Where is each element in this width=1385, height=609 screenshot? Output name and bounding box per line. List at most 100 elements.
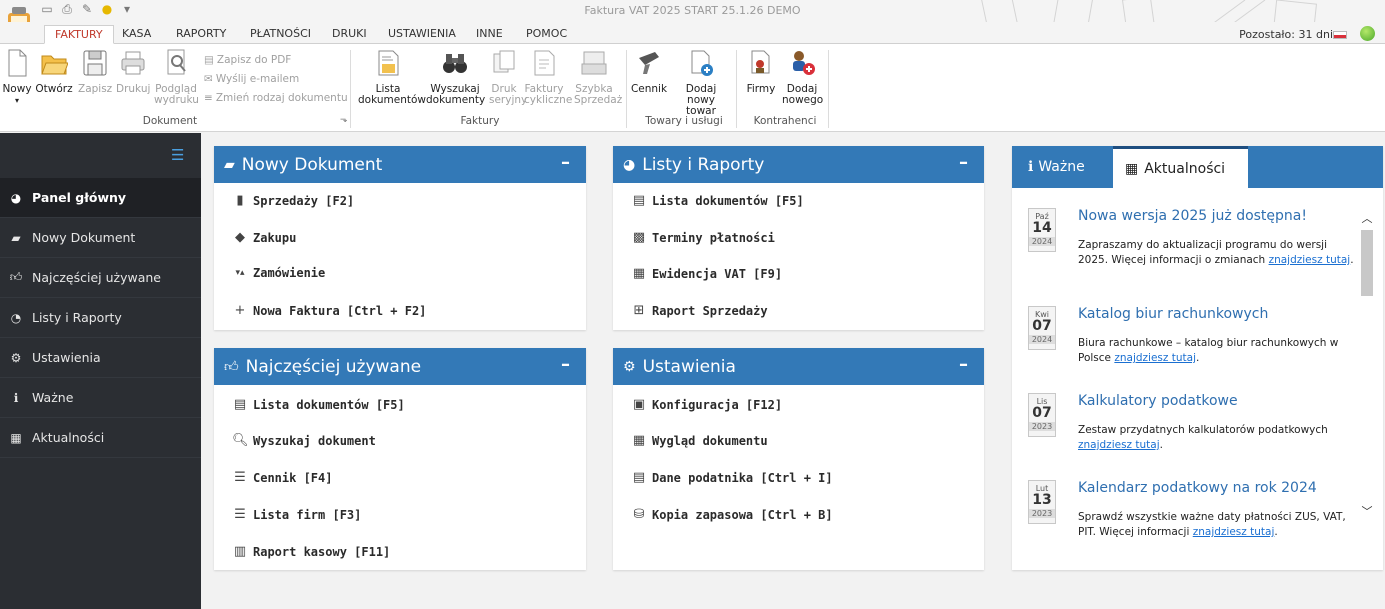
tab-pomoc[interactable]: POMOC xyxy=(516,25,577,44)
collapse-icon[interactable]: – xyxy=(561,152,570,173)
link-label: Sprzedaży [F2] xyxy=(253,193,355,208)
serial-print-button[interactable]: Druk seryjny xyxy=(488,48,527,106)
sidebar-item-listy-raporty[interactable]: ◔ Listy i Raporty xyxy=(0,298,201,338)
save-label: Zapisz xyxy=(78,83,113,95)
link-konfiguracja[interactable]: ▣ Konfiguracja [F12] xyxy=(631,397,782,412)
backup-icon: ⛁ xyxy=(633,507,645,522)
panel-header: ◕ Listy i Raporty – xyxy=(613,146,984,183)
link-raport-kasowy[interactable]: ▥ Raport kasowy [F11] xyxy=(232,544,390,559)
news-link[interactable]: znajdziesz tutaj xyxy=(1078,439,1160,451)
price-list-button[interactable]: Cennik xyxy=(630,48,668,95)
document-list-label: Lista dokumentów xyxy=(358,83,426,106)
save-pdf-action[interactable]: ▤ Zapisz do PDF xyxy=(204,54,291,66)
tab-wazne[interactable]: ℹ Ważne xyxy=(1016,146,1097,188)
scroll-up-icon[interactable]: ︿ xyxy=(1361,210,1373,226)
tab-kasa[interactable]: KASA xyxy=(112,25,161,44)
sidebar-item-ustawienia[interactable]: ⚙ Ustawienia xyxy=(0,338,201,378)
recurring-invoices-button[interactable]: Faktury cykliczne xyxy=(524,48,572,106)
news-link[interactable]: znajdziesz tutaj xyxy=(1269,254,1351,266)
info-icon: ℹ xyxy=(1028,159,1034,175)
sidebar-item-aktualnosci[interactable]: ▦ Aktualności xyxy=(0,418,201,458)
sidebar-item-wazne[interactable]: ℹ Ważne xyxy=(0,378,201,418)
link-wyglad-dokumentu[interactable]: ▦ Wygląd dokumentu xyxy=(631,433,768,448)
send-email-action[interactable]: ✉ Wyślij e-mailem xyxy=(204,73,299,85)
collapse-icon[interactable]: – xyxy=(959,354,968,375)
new-button[interactable]: Nowy ▾ xyxy=(2,48,32,106)
link-nowa-faktura[interactable]: + Nowa Faktura [Ctrl + F2] xyxy=(232,303,427,318)
link-kopia-zapasowa[interactable]: ⛁ Kopia zapasowa [Ctrl + B] xyxy=(631,507,833,522)
add-contractor-button[interactable]: Dodaj nowego xyxy=(780,48,824,106)
sidebar-item-panel-glowny[interactable]: ◕ Panel główny xyxy=(0,178,201,218)
collapse-icon[interactable]: – xyxy=(561,354,570,375)
link-cennik[interactable]: ☰ Cennik [F4] xyxy=(232,470,332,485)
quick-sale-button[interactable]: Szybka Sprzedaż xyxy=(566,48,622,106)
tab-platnosci[interactable]: PŁATNOŚCI xyxy=(240,25,321,44)
panel-najczesciej-uzywane: 👍︎ Najczęściej używane – ▤ Lista dokument… xyxy=(214,348,586,570)
group-expand-icon[interactable]: ⬎ xyxy=(340,115,348,125)
barcode-scanner-icon xyxy=(639,52,659,74)
save-pdf-label: Zapisz do PDF xyxy=(216,54,292,66)
status-ok-icon[interactable] xyxy=(1360,26,1375,41)
companies-button[interactable]: Firmy xyxy=(744,48,778,95)
newspaper-icon: ▦ xyxy=(1125,160,1139,177)
date-day: 07 xyxy=(1032,318,1052,334)
serial-print-icon xyxy=(493,50,515,73)
email-icon: ✉ xyxy=(204,73,213,85)
report-icon: ▥ xyxy=(233,544,247,559)
link-zamowienie[interactable]: ▾▴ Zamówienie xyxy=(232,266,325,280)
link-zakupu[interactable]: ◆ Zakupu xyxy=(232,230,296,245)
config-icon: ▣ xyxy=(632,397,646,412)
link-raport-sprzedazy[interactable]: ⊞ Raport Sprzedaży xyxy=(631,303,768,318)
link-lista-dokumentow[interactable]: ▤ Lista dokumentów [F5] xyxy=(631,193,804,208)
hamburger-menu-icon[interactable]: ☰ xyxy=(171,146,184,164)
news-link[interactable]: znajdziesz tutaj xyxy=(1193,526,1275,538)
menu-tabs: FAKTURY KASA RAPORTY PŁATNOŚCI DRUKI UST… xyxy=(0,22,1385,44)
link-label: Lista dokumentów [F5] xyxy=(652,193,804,208)
document-list-button[interactable]: Lista dokumentów xyxy=(356,48,426,106)
collapse-icon[interactable]: – xyxy=(959,152,968,173)
pie-chart-icon: ◕ xyxy=(623,156,636,173)
news-title[interactable]: Kalkulatory podatkowe xyxy=(1078,393,1238,409)
scroll-down-icon[interactable]: ﹀ xyxy=(1361,503,1373,519)
news-title[interactable]: Katalog biur rachunkowych xyxy=(1078,306,1268,322)
print-preview-button[interactable]: Podgląd wydruku xyxy=(152,48,200,106)
news-title[interactable]: Nowa wersja 2025 już dostępna! xyxy=(1078,208,1307,224)
tab-aktualnosci[interactable]: ▦ Aktualności xyxy=(1113,146,1248,188)
tab-ustawienia[interactable]: USTAWIENIA xyxy=(378,25,466,44)
print-button[interactable]: Drukuj xyxy=(116,48,150,95)
search-icon: 🔍︎ xyxy=(232,433,249,448)
tab-faktury[interactable]: FAKTURY xyxy=(44,25,114,44)
floppy-disk-icon xyxy=(83,50,107,76)
tab-label: Ważne xyxy=(1038,159,1085,175)
save-button[interactable]: Zapisz xyxy=(78,48,112,95)
change-doc-type-action[interactable]: ≡ Zmień rodzaj dokumentu xyxy=(204,92,348,104)
sidebar-item-najczesciej-uzywane[interactable]: 👍︎ Najczęściej używane xyxy=(0,258,201,298)
tab-inne[interactable]: INNE xyxy=(466,25,513,44)
newspaper-icon: ▦ xyxy=(10,430,22,445)
language-flag-icon[interactable] xyxy=(1333,31,1347,39)
scrollbar-thumb[interactable] xyxy=(1361,230,1373,296)
link-lista-dokumentow[interactable]: ▤ Lista dokumentów [F5] xyxy=(232,397,405,412)
add-product-button[interactable]: Dodaj nowy towar xyxy=(670,48,732,117)
link-dane-podatnika[interactable]: ▤ Dane podatnika [Ctrl + I] xyxy=(631,470,833,485)
sidebar-item-label: Najczęściej używane xyxy=(32,270,161,285)
sidebar-item-nowy-dokument[interactable]: ▰ Nowy Dokument xyxy=(0,218,201,258)
news-link[interactable]: znajdziesz tutaj xyxy=(1114,352,1196,364)
open-label: Otwórz xyxy=(35,83,73,95)
panel-title: Najczęściej używane xyxy=(245,356,422,377)
link-ewidencja-vat[interactable]: ▦ Ewidencja VAT [F9] xyxy=(631,266,782,281)
document-list-icon xyxy=(378,50,399,76)
tab-druki[interactable]: DRUKI xyxy=(322,25,377,44)
link-sprzedazy[interactable]: ▮ Sprzedaży [F2] xyxy=(232,193,354,208)
search-documents-button[interactable]: Wyszukaj dokumenty xyxy=(424,48,486,106)
plus-icon: + xyxy=(234,303,246,318)
link-terminy-platnosci[interactable]: ▩ Terminy płatności xyxy=(631,230,775,245)
link-wyszukaj-dokument[interactable]: 🔍︎ Wyszukaj dokument xyxy=(232,433,376,448)
news-title[interactable]: Kalendarz podatkowy na rok 2024 xyxy=(1078,480,1317,496)
open-button[interactable]: Otwórz xyxy=(34,48,74,95)
link-lista-firm[interactable]: ☰ Lista firm [F3] xyxy=(232,507,361,522)
tab-raporty[interactable]: RAPORTY xyxy=(166,25,236,44)
gears-icon: ⚙ xyxy=(10,350,22,365)
info-icon: ℹ xyxy=(13,390,19,405)
news-scrollbar[interactable]: ︿ ﹀ xyxy=(1361,198,1373,538)
